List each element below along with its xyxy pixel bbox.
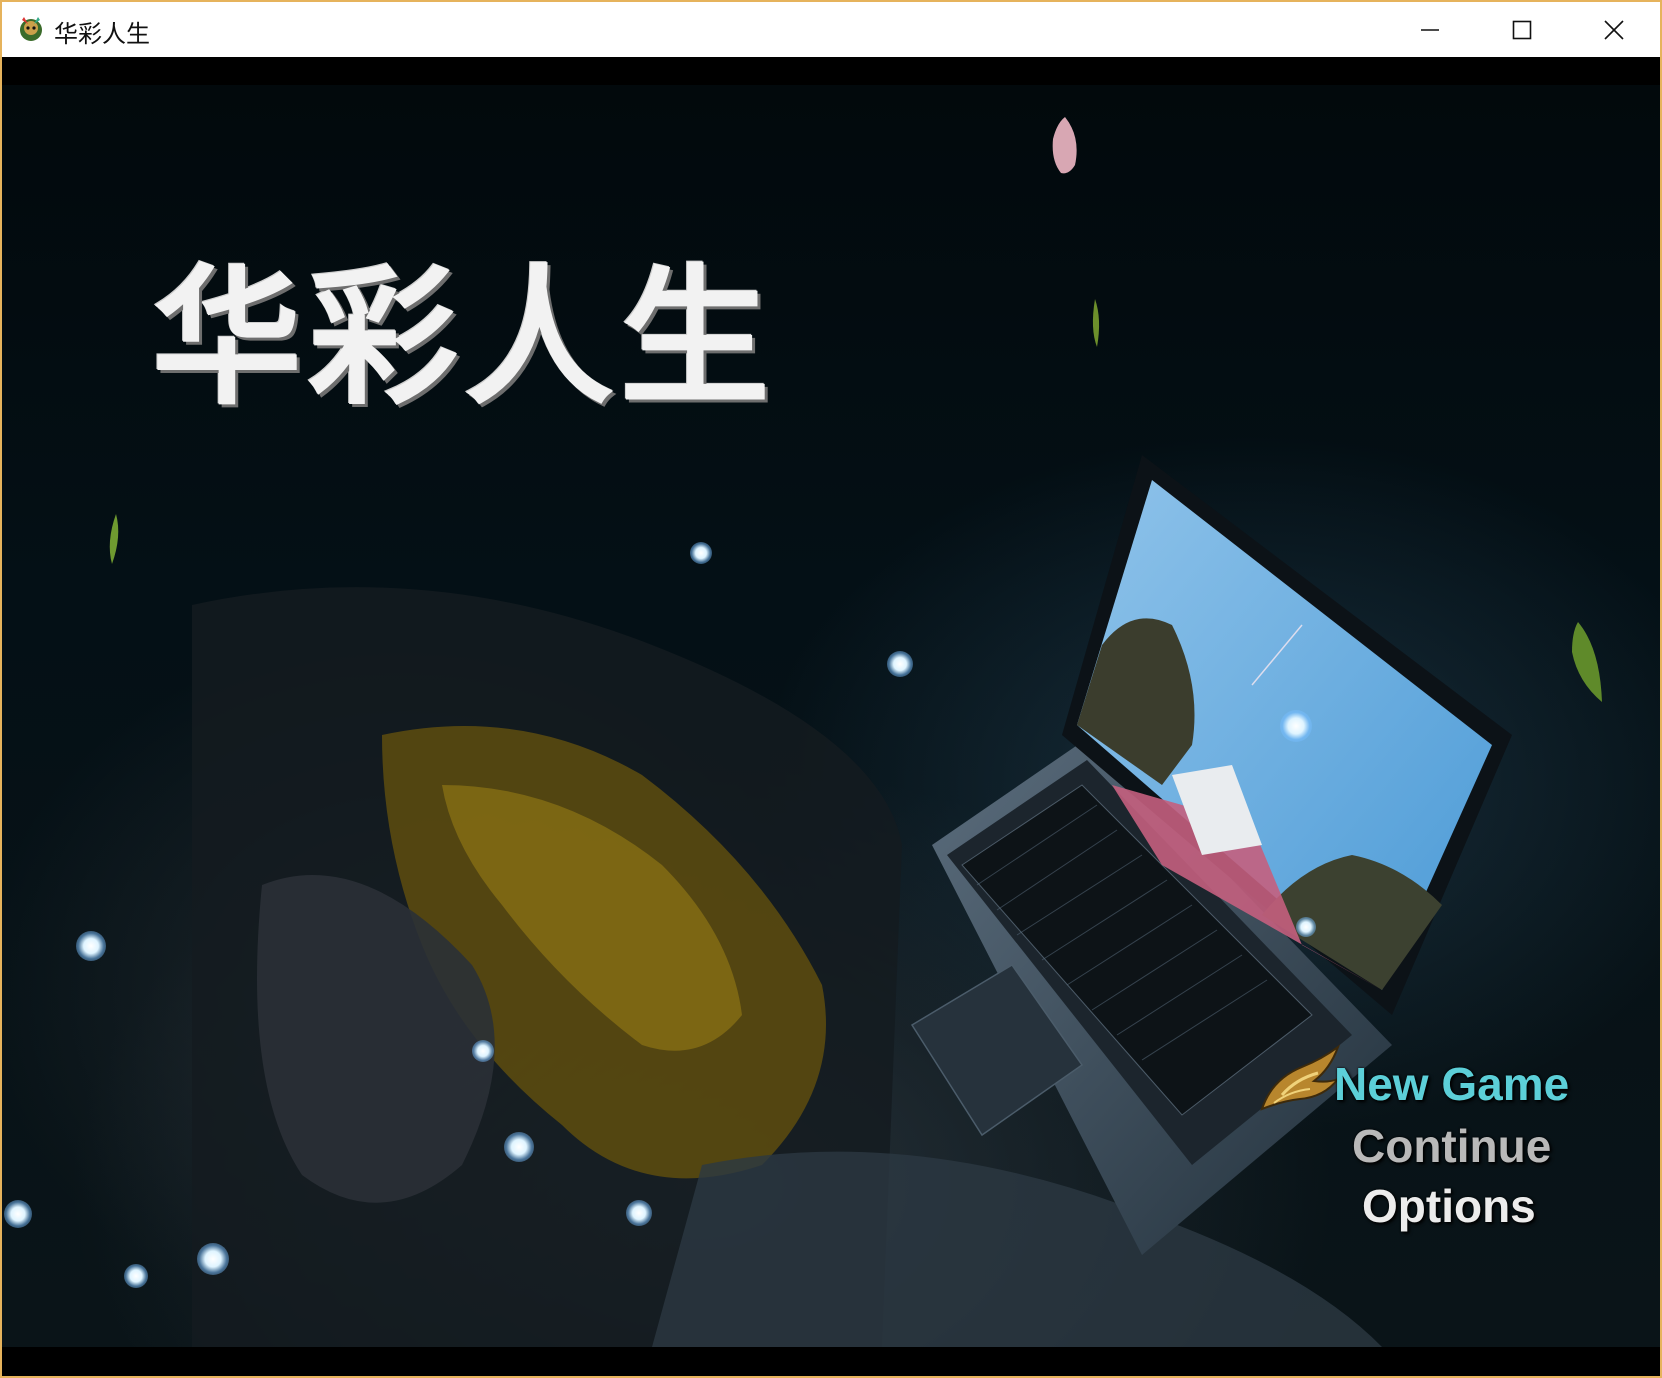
window-title: 华彩人生 bbox=[54, 20, 150, 48]
sparkle-particle bbox=[1296, 917, 1316, 937]
pink-petal-icon bbox=[1052, 117, 1077, 174]
golden-winged-cursor-icon bbox=[1260, 1044, 1342, 1111]
green-leaf-icon bbox=[1092, 299, 1100, 347]
sparkle-particle bbox=[124, 1264, 148, 1288]
game-logo: 华彩人生 bbox=[152, 259, 792, 419]
letterbox-bar bbox=[2, 1347, 1660, 1376]
sparkle-particle bbox=[504, 1132, 534, 1162]
continue-button[interactable]: Continue bbox=[1352, 1119, 1551, 1173]
game-window: 华彩人生 华彩人生 New Game Continue Options bbox=[0, 0, 1662, 1378]
maximize-button[interactable] bbox=[1476, 2, 1568, 57]
minimize-button[interactable] bbox=[1384, 2, 1476, 57]
game-logo-text: 华彩人生 bbox=[152, 252, 777, 426]
sparkle-particle bbox=[887, 651, 913, 677]
close-button[interactable] bbox=[1568, 2, 1660, 57]
options-button[interactable]: Options bbox=[1362, 1179, 1536, 1233]
maximize-icon bbox=[1512, 20, 1532, 39]
close-icon bbox=[1604, 19, 1624, 40]
sparkle-particle bbox=[690, 542, 712, 564]
sparkle-particle bbox=[626, 1200, 652, 1226]
game-canvas[interactable]: 华彩人生 New Game Continue Options bbox=[2, 57, 1660, 1376]
sparkle-particle bbox=[76, 931, 106, 961]
sparkle-particle bbox=[4, 1200, 32, 1228]
green-leaf-icon bbox=[109, 514, 119, 564]
sparkle-particle bbox=[197, 1243, 229, 1275]
game-app-icon bbox=[20, 17, 42, 41]
sparkle-particle bbox=[472, 1040, 494, 1062]
sparkle-particle bbox=[1280, 710, 1312, 742]
new-game-button[interactable]: New Game bbox=[1334, 1057, 1569, 1111]
title-bar[interactable]: 华彩人生 bbox=[2, 2, 1660, 57]
minimize-icon bbox=[1421, 28, 1439, 31]
green-leaf-icon bbox=[1572, 622, 1602, 702]
